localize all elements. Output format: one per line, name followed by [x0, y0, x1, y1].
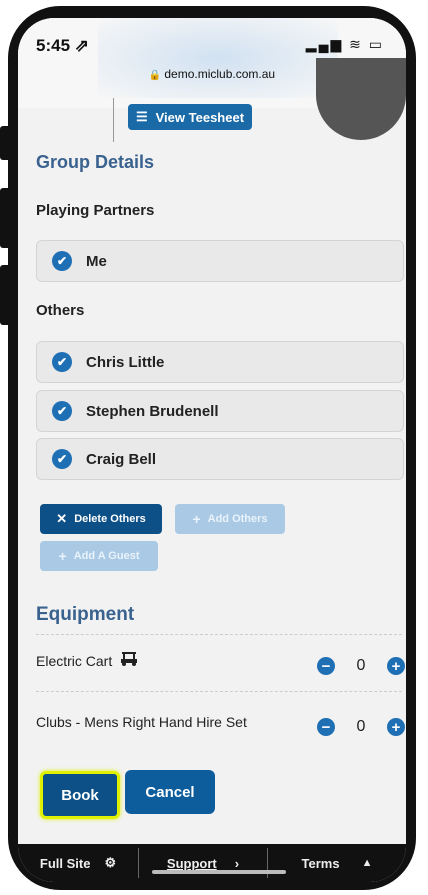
view-teesheet-label: View Teesheet: [155, 109, 245, 125]
divider: [36, 691, 402, 692]
check-icon: ✔: [52, 251, 72, 271]
terms-link[interactable]: Terms ▲: [268, 856, 406, 871]
delete-others-label: Delete Others: [74, 513, 146, 525]
others-label: Others: [36, 302, 85, 319]
check-icon: ✔: [52, 449, 72, 469]
full-site-label: Full Site: [39, 855, 91, 871]
electric-cart-quantity: 0: [356, 657, 366, 674]
header-divider: [113, 98, 114, 142]
volume-down-button: [0, 265, 12, 325]
golf-cart-icon: [120, 652, 138, 669]
other-name: Chris Little: [86, 353, 165, 371]
avatar: [316, 58, 406, 140]
cancel-button[interactable]: Cancel: [125, 770, 215, 814]
delete-others-button[interactable]: ✕ Delete Others: [40, 504, 162, 534]
url-bar-glow: [98, 18, 338, 98]
equipment-title: Equipment: [36, 604, 135, 625]
other-card-stephen-brudenell[interactable]: ✔ Stephen Brudenell: [36, 390, 404, 432]
status-indicators: ▂▄▆ ≋ ▭: [305, 36, 384, 52]
view-teesheet-button[interactable]: ☰ View Teesheet: [128, 104, 252, 130]
other-name: Craig Bell: [86, 450, 157, 468]
equipment-item-electric-cart: Electric Cart: [36, 652, 138, 669]
add-guest-button[interactable]: + Add A Guest: [40, 541, 158, 571]
plus-icon[interactable]: +: [387, 657, 405, 675]
partner-card-me[interactable]: ✔ Me: [36, 240, 404, 282]
mute-switch: [0, 126, 12, 160]
electric-cart-stepper: − 0 +: [317, 654, 405, 678]
plus-icon: +: [58, 548, 67, 564]
divider: [36, 634, 402, 635]
check-icon: ✔: [52, 401, 72, 421]
screen: 5:45 ⇗ ▂▄▆ ≋ ▭ 🔒 demo.miclub.com.au ☰ Vie…: [18, 18, 406, 882]
warning-icon: ▲: [361, 857, 373, 869]
lock-icon: 🔒: [148, 70, 162, 81]
other-card-craig-bell[interactable]: ✔ Craig Bell: [36, 438, 404, 480]
close-icon: ✕: [56, 511, 68, 526]
equipment-item-clubs: Clubs - Mens Right Hand Hire Set: [36, 714, 247, 730]
home-indicator[interactable]: [152, 870, 286, 874]
gear-icon: ⚙: [104, 855, 117, 870]
support-link[interactable]: Support ›: [139, 856, 267, 871]
book-button[interactable]: Book: [40, 771, 120, 819]
partner-name: Me: [86, 252, 107, 270]
group-details-title: Group Details: [36, 152, 155, 172]
minus-icon[interactable]: −: [317, 718, 335, 736]
clubs-quantity: 0: [356, 718, 366, 735]
list-icon: ☰: [135, 109, 148, 124]
clubs-stepper: − 0 +: [317, 715, 405, 739]
other-name: Stephen Brudenell: [86, 402, 219, 420]
minus-icon[interactable]: −: [317, 657, 335, 675]
check-icon: ✔: [52, 352, 72, 372]
plus-icon: +: [192, 511, 201, 527]
add-others-label: Add Others: [207, 513, 268, 525]
other-card-chris-little[interactable]: ✔ Chris Little: [36, 341, 404, 383]
add-others-button[interactable]: + Add Others: [175, 504, 285, 534]
volume-up-button: [0, 188, 12, 248]
playing-partners-label: Playing Partners: [36, 202, 155, 219]
chevron-right-icon: ›: [234, 855, 240, 871]
plus-icon[interactable]: +: [387, 718, 405, 736]
url-text: demo.miclub.com.au: [164, 67, 276, 81]
add-guest-label: Add A Guest: [73, 550, 140, 562]
status-time: 5:45 ⇗: [36, 36, 89, 55]
equipment-name: Electric Cart: [36, 653, 113, 669]
support-label: Support: [166, 855, 217, 871]
terms-label: Terms: [301, 855, 340, 871]
footer: Full Site ⚙ Support › Terms ▲: [18, 844, 406, 882]
equipment-name: Clubs - Mens Right Hand Hire Set: [36, 714, 247, 730]
full-site-link[interactable]: Full Site ⚙: [18, 855, 138, 871]
